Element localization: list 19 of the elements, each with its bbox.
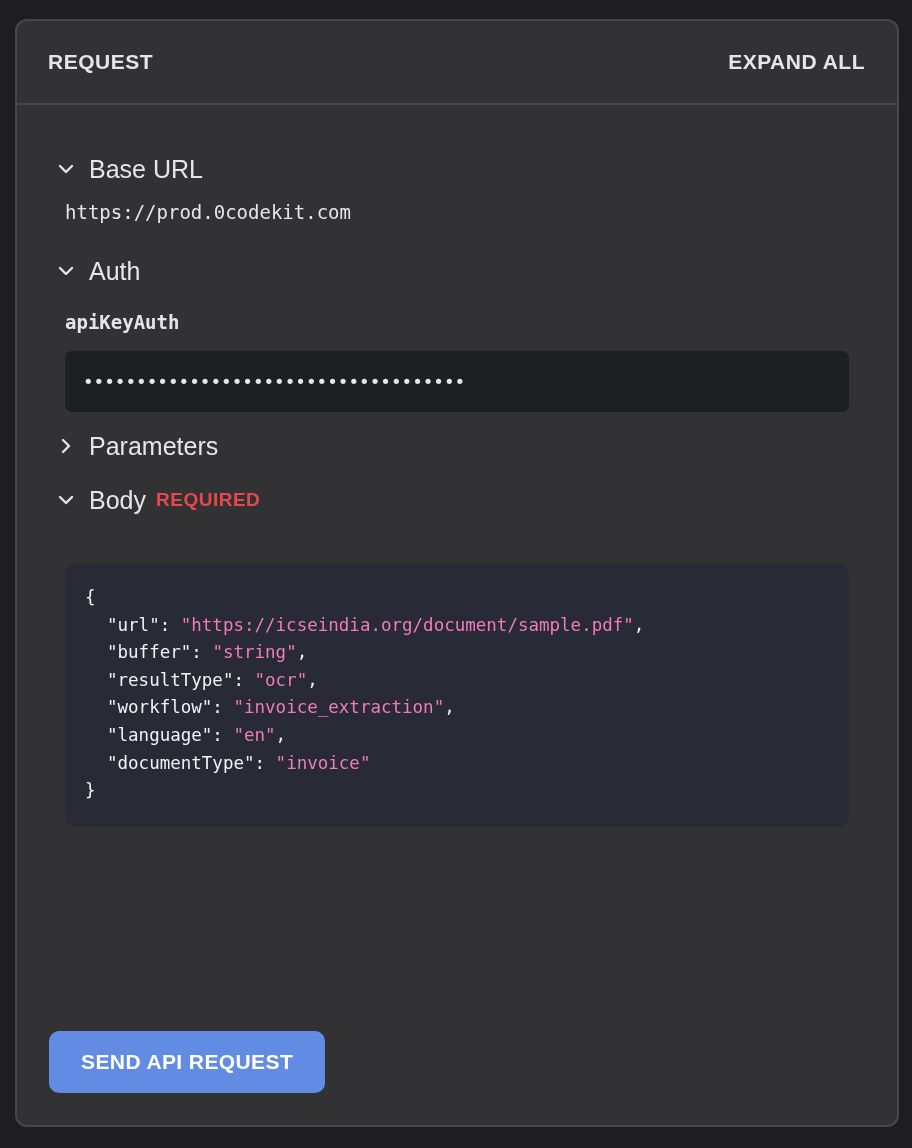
field-label: apiKeyAuth bbox=[65, 311, 181, 333]
section-toggle[interactable]: Auth bbox=[57, 251, 849, 291]
section-toggle[interactable]: Body REQUIRED bbox=[57, 480, 849, 520]
section-toggle[interactable]: Base URL bbox=[57, 149, 849, 189]
section-title: Body bbox=[89, 485, 146, 515]
base-url: https://prod.0codekit.com bbox=[65, 201, 352, 223]
panel-title: REQUEST bbox=[48, 50, 153, 74]
code-line: "documentType": "invoice" bbox=[106, 751, 371, 775]
code-line: "language": "en", bbox=[106, 723, 287, 747]
code-line: "resultType": "ocr", bbox=[106, 668, 318, 692]
code-line: } bbox=[85, 779, 96, 803]
code-line: "url": "https://icseindia.org/document/sample.pdf", bbox=[106, 613, 645, 637]
api-key-field[interactable]: •••••••••••••••••••••••••••••••••••• bbox=[65, 351, 849, 412]
code-line: { bbox=[85, 586, 96, 609]
required-label: REQUIRED bbox=[156, 489, 261, 511]
code-line: "buffer": "string", bbox=[106, 641, 308, 665]
section-toggle[interactable]: Parameters bbox=[57, 426, 849, 466]
code-line: "workflow": "invoice_extraction", bbox=[106, 696, 455, 720]
expand-all-button[interactable]: EXPAND ALL bbox=[728, 50, 865, 74]
